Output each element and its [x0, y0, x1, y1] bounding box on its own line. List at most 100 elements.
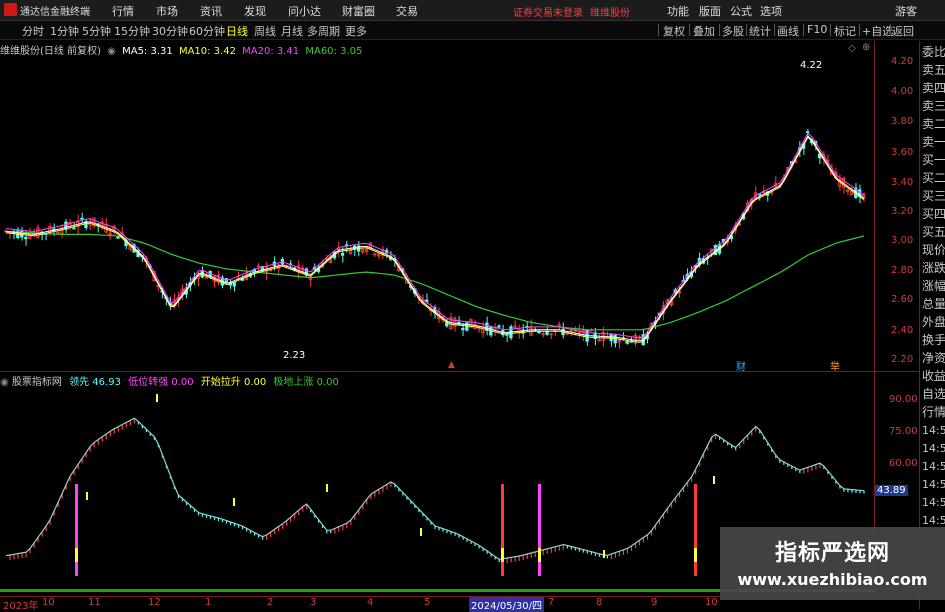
- indicator-legend: ◉ 股票指标网 领先 46.93 低位转强 0.00 开始拉升 0.00 极地上…: [0, 373, 339, 388]
- current-indicator-value: 43.89: [875, 485, 908, 496]
- tab-60min[interactable]: 60分钟: [189, 23, 225, 39]
- side-item[interactable]: 买五: [922, 225, 945, 239]
- date-tick: 8: [596, 597, 603, 608]
- date-tick: 2: [267, 597, 274, 608]
- candle-body: [461, 327, 465, 331]
- tab-multiperiod[interactable]: 多周期: [307, 23, 340, 39]
- side-time: 14:56: [922, 496, 945, 509]
- menu-wenxiaoda[interactable]: 问小达: [288, 3, 321, 19]
- multistock-button[interactable]: 多股: [722, 23, 744, 39]
- menu-gongshi[interactable]: 公式: [730, 3, 752, 19]
- candle-body: [232, 282, 236, 287]
- side-item[interactable]: 外盘: [922, 315, 945, 329]
- date-tick: 10: [42, 597, 55, 608]
- signal-tick: [156, 394, 158, 402]
- side-item[interactable]: 买二: [922, 171, 945, 185]
- signal-tick: [420, 528, 422, 536]
- tab-more[interactable]: 更多: [345, 23, 367, 39]
- signal-bar: [538, 484, 541, 576]
- indicator-tick: 90.00: [889, 394, 918, 405]
- stats-button[interactable]: 统计: [749, 23, 771, 39]
- side-time: 14:56: [922, 442, 945, 455]
- side-item[interactable]: 买四: [922, 207, 945, 221]
- fuquan-button[interactable]: 复权: [663, 23, 685, 39]
- signal-bar: [501, 484, 504, 576]
- stock-name-link[interactable]: 维维股份: [590, 4, 630, 19]
- menu-zixun[interactable]: 资讯: [200, 3, 222, 19]
- crosshair-date: 2024/05/30/四: [469, 597, 545, 612]
- low-price-label: 2.23: [283, 350, 306, 361]
- price-tick: 4.00: [891, 86, 914, 97]
- tab-15min[interactable]: 15分钟: [114, 23, 150, 39]
- side-time: 14:56: [922, 460, 945, 473]
- side-item[interactable]: 买三: [922, 189, 945, 203]
- date-tick: 10: [705, 597, 718, 608]
- tab-fenshi[interactable]: 分时: [22, 23, 44, 39]
- price-tick: 2.80: [891, 265, 914, 276]
- tab-monthly[interactable]: 月线: [281, 23, 303, 39]
- guest-label[interactable]: 游客: [895, 3, 917, 19]
- date-tick: 9: [651, 597, 658, 608]
- side-item[interactable]: 卖五: [922, 63, 945, 77]
- extreme-rise-value: 0.00: [316, 377, 339, 388]
- side-item[interactable]: 净资: [922, 351, 945, 365]
- tab-weekly[interactable]: 周线: [254, 23, 276, 39]
- menu-faxian[interactable]: 发现: [244, 3, 266, 19]
- indicator-tick: 75.00: [889, 426, 918, 437]
- signal-bar: [694, 484, 697, 576]
- signal-tick: [326, 484, 328, 492]
- side-item[interactable]: 自选: [922, 387, 945, 401]
- candlestick-chart[interactable]: [0, 41, 874, 370]
- menu-jiaoyi[interactable]: 交易: [396, 3, 418, 19]
- side-item[interactable]: 卖二: [922, 117, 945, 131]
- date-tick: 4: [367, 597, 374, 608]
- candle-body: [609, 333, 613, 342]
- overlay-button[interactable]: 叠加: [693, 23, 715, 39]
- menu-gongneng[interactable]: 功能: [667, 3, 689, 19]
- tab-30min[interactable]: 30分钟: [152, 23, 188, 39]
- date-tick: 5: [424, 597, 431, 608]
- login-warning[interactable]: 证券交易未登录: [513, 4, 583, 19]
- period-toolbar: 分时 1分钟 5分钟 15分钟 30分钟 60分钟 日线 周线 月线 多周期 更…: [0, 21, 945, 40]
- side-item[interactable]: 现价: [922, 243, 945, 257]
- menu-hangqing[interactable]: 行情: [112, 3, 134, 19]
- menu-xuanxiang[interactable]: 选项: [760, 3, 782, 19]
- side-item[interactable]: 换手: [922, 333, 945, 347]
- signal-tick: [233, 498, 235, 506]
- side-time: 14:56: [922, 514, 945, 527]
- tab-daily[interactable]: 日线: [226, 23, 248, 39]
- event-marker[interactable]: ▲: [448, 360, 455, 370]
- back-button[interactable]: 返回: [892, 23, 914, 39]
- side-item[interactable]: 涨跌: [922, 261, 945, 275]
- watermark-title: 指标严选网: [774, 541, 890, 566]
- add-watchlist-button[interactable]: +自选: [862, 23, 893, 39]
- price-tick: 2.40: [891, 325, 914, 336]
- candle-body: [24, 236, 28, 240]
- side-item[interactable]: 卖三: [922, 99, 945, 113]
- side-item[interactable]: 涨幅: [922, 279, 945, 293]
- side-item[interactable]: 行情: [922, 405, 945, 419]
- side-item[interactable]: 买一: [922, 153, 945, 167]
- menu-banmian[interactable]: 版面: [699, 3, 721, 19]
- candle-body: [340, 253, 345, 256]
- date-tick: 3: [310, 597, 317, 608]
- menu-caifuquan[interactable]: 财富圈: [342, 3, 375, 19]
- mark-button[interactable]: 标记: [834, 23, 856, 39]
- side-item[interactable]: 委比: [922, 45, 945, 59]
- side-item[interactable]: 卖四: [922, 81, 945, 95]
- f10-button[interactable]: F10: [807, 23, 827, 36]
- tab-1min[interactable]: 1分钟: [50, 23, 79, 39]
- signal-tick: [86, 492, 88, 500]
- menu-shichang[interactable]: 市场: [156, 3, 178, 19]
- candle-body: [805, 131, 810, 134]
- price-tick: 2.60: [891, 294, 914, 305]
- side-item[interactable]: 总量: [922, 297, 945, 311]
- side-item[interactable]: 收益: [922, 369, 945, 383]
- legend-dot-icon: ◉: [0, 377, 9, 388]
- tab-5min[interactable]: 5分钟: [82, 23, 111, 39]
- signal-tick: [603, 550, 605, 558]
- side-item[interactable]: 卖一: [922, 135, 945, 149]
- indicator-tick: 60.00: [889, 458, 918, 469]
- indicator-name: 股票指标网: [11, 377, 62, 388]
- draw-line-button[interactable]: 画线: [777, 23, 799, 39]
